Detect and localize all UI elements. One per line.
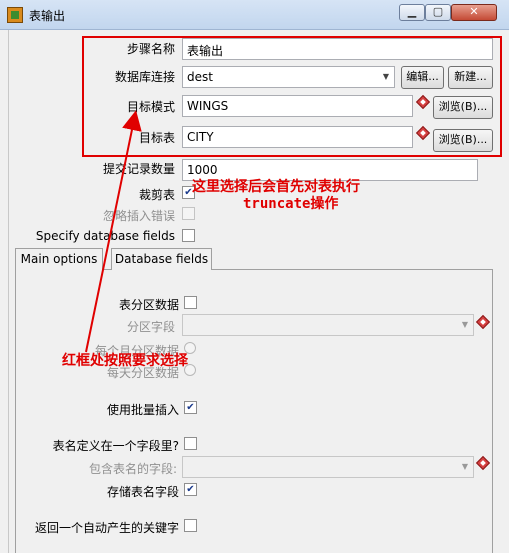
- annotation-arrow: [85, 110, 142, 353]
